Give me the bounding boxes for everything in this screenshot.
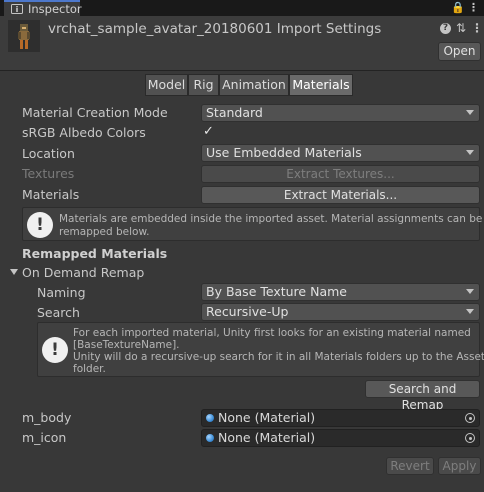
- asset-thumbnail: [8, 20, 40, 52]
- materials-label: Materials: [22, 187, 80, 202]
- info-icon: [11, 4, 23, 14]
- tab-model[interactable]: Model: [145, 74, 188, 96]
- inspector-tab-label: Inspector: [28, 2, 82, 16]
- extract-materials-button[interactable]: Extract Materials...: [201, 186, 480, 204]
- tab-rig[interactable]: Rig: [188, 74, 219, 96]
- warning-info-icon: !: [42, 337, 68, 363]
- asset-title: vrchat_sample_avatar_20180601 Import Set…: [48, 21, 382, 37]
- chevron-down-icon: [466, 289, 474, 294]
- location-label: Location: [22, 146, 75, 161]
- naming-label: Naming: [37, 285, 86, 300]
- material-creation-mode-label: Material Creation Mode: [22, 105, 168, 120]
- material-slot-value: None (Material): [218, 430, 316, 445]
- search-and-remap-button[interactable]: Search and Remap: [365, 380, 480, 412]
- lock-icon[interactable]: 🔒: [451, 1, 465, 15]
- object-picker-icon[interactable]: [465, 433, 475, 443]
- window-menu-icon[interactable]: ⋮: [468, 1, 479, 15]
- material-creation-mode-dropdown[interactable]: Standard: [201, 104, 480, 122]
- material-slot-field[interactable]: None (Material): [201, 429, 480, 447]
- material-sphere-icon: [206, 414, 214, 422]
- presets-icon[interactable]: ⇅: [456, 21, 466, 35]
- search-value: Recursive-Up: [206, 304, 289, 319]
- chevron-down-icon: [466, 309, 474, 314]
- material-slot-field[interactable]: None (Material): [201, 409, 480, 427]
- material-creation-mode-value: Standard: [206, 105, 263, 120]
- warning-info-icon: !: [27, 212, 53, 238]
- on-demand-remap-foldout[interactable]: On Demand Remap: [22, 265, 144, 280]
- remap-helpbox: ! For each imported material, Unity firs…: [37, 322, 484, 377]
- remap-help-line-4: folder.: [73, 363, 106, 375]
- remap-help-line-3: Unity will do a recursive-up search for …: [73, 351, 484, 363]
- chevron-down-icon: [466, 150, 474, 155]
- textures-label: Textures: [22, 166, 75, 181]
- open-button[interactable]: Open: [438, 42, 481, 61]
- help-icon[interactable]: ?: [440, 23, 451, 34]
- revert-button[interactable]: Revert: [386, 457, 434, 475]
- tab-materials[interactable]: Materials: [289, 74, 353, 96]
- srgb-albedo-checkbox[interactable]: ✓: [203, 124, 214, 139]
- location-value: Use Embedded Materials: [206, 145, 362, 160]
- avatar-preview-icon: [18, 24, 30, 49]
- embedded-materials-helpbox: ! Materials are embedded inside the impo…: [22, 207, 483, 241]
- inspector-tab[interactable]: Inspector: [4, 0, 82, 16]
- search-label: Search: [37, 305, 80, 320]
- foldout-arrow-icon[interactable]: [10, 269, 18, 275]
- naming-value: By Base Texture Name: [206, 284, 347, 299]
- remapped-materials-heading: Remapped Materials: [22, 246, 168, 261]
- material-sphere-icon: [206, 434, 214, 442]
- header-menu-icon[interactable]: ⋮: [471, 21, 483, 35]
- material-slot-label: m_icon: [22, 430, 67, 445]
- helpbox-line-2: remapped below.: [59, 226, 150, 238]
- srgb-albedo-label: sRGB Albedo Colors: [22, 125, 146, 140]
- material-slot-value: None (Material): [218, 410, 316, 425]
- extract-textures-button[interactable]: Extract Textures...: [201, 165, 480, 183]
- object-picker-icon[interactable]: [465, 413, 475, 423]
- location-dropdown[interactable]: Use Embedded Materials: [201, 144, 480, 162]
- apply-button[interactable]: Apply: [438, 457, 481, 475]
- search-dropdown[interactable]: Recursive-Up: [201, 303, 480, 321]
- material-slot-label: m_body: [22, 410, 72, 425]
- chevron-down-icon: [466, 110, 474, 115]
- helpbox-line-1: Materials are embedded inside the import…: [59, 213, 483, 225]
- naming-dropdown[interactable]: By Base Texture Name: [201, 283, 480, 301]
- tab-animation[interactable]: Animation: [219, 74, 289, 96]
